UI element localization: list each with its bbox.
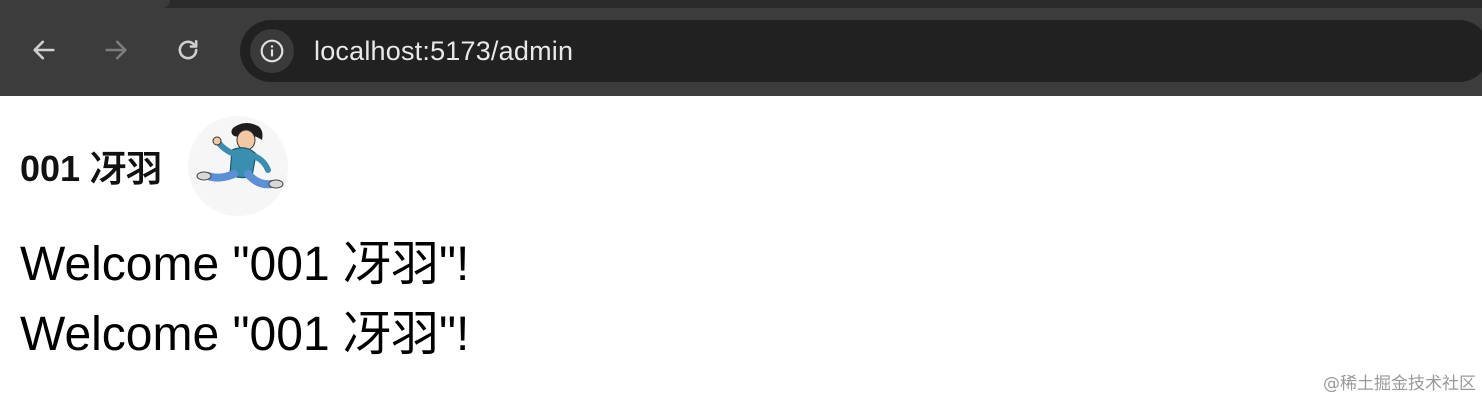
address-bar[interactable]: localhost:5173/admin: [240, 20, 1482, 82]
user-name: 001 冴羽: [20, 148, 163, 189]
welcome-message: Welcome "001 冴羽"!: [20, 238, 470, 291]
arrow-right-icon: [105, 40, 127, 60]
user-header: 001 冴羽: [20, 116, 289, 216]
browser-toolbar: localhost:5173/admin: [0, 8, 1482, 94]
site-info-button[interactable]: [250, 29, 294, 73]
arrow-left-icon: [33, 40, 55, 60]
reload-icon: [178, 39, 198, 60]
welcome-message: Welcome "001 冴羽"!: [20, 308, 470, 361]
avatar: [188, 116, 289, 216]
watermark: @稀土掘金技术社区: [1323, 374, 1476, 394]
reload-button[interactable]: [168, 30, 208, 70]
forward-button[interactable]: [96, 30, 136, 70]
active-tab-edge[interactable]: [0, 0, 170, 8]
url-text[interactable]: localhost:5173/admin: [314, 20, 573, 82]
running-cartoon-character-icon: [188, 116, 289, 216]
back-button[interactable]: [24, 30, 64, 70]
browser-chrome: localhost:5173/admin: [0, 0, 1482, 96]
info-icon: [260, 39, 284, 63]
page-content: 001 冴羽 Welcome "001 冴羽"! Welcome "001 冴羽…: [0, 96, 1482, 402]
